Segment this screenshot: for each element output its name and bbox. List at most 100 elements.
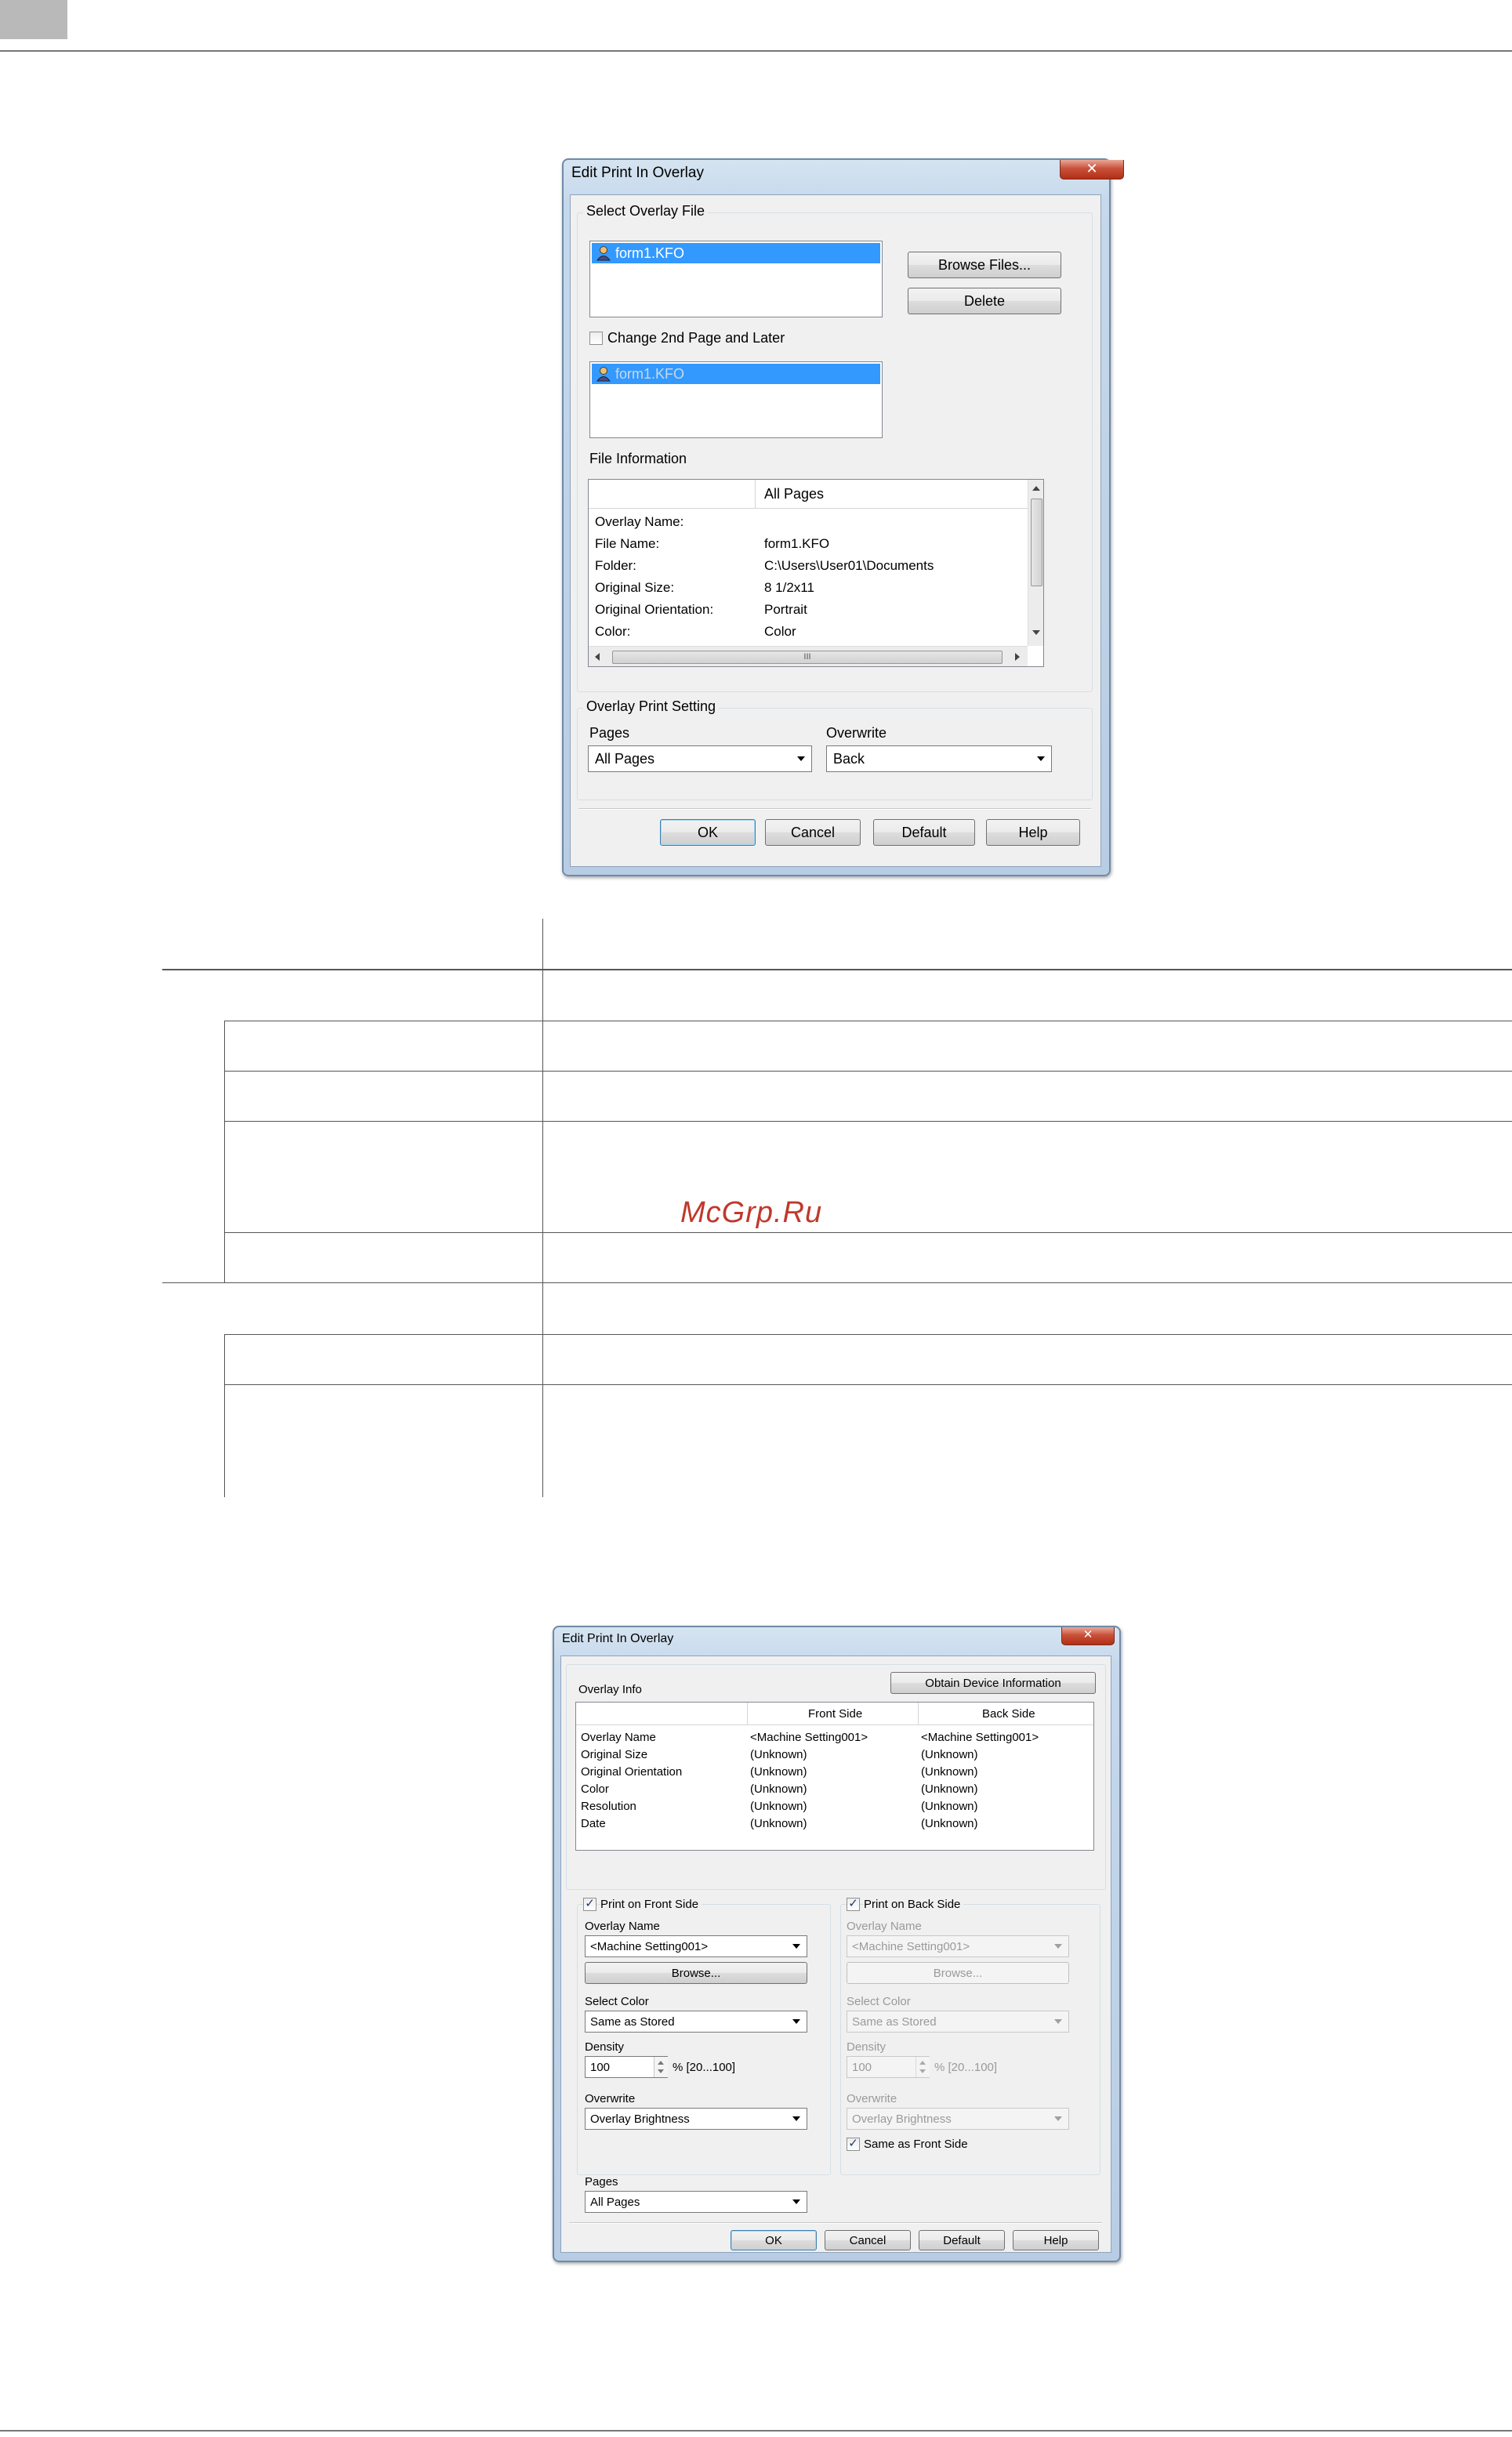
header-rule <box>0 50 1512 52</box>
column-header-back-side: Back Side <box>982 1707 1035 1721</box>
back-overwrite-select[interactable]: Overlay Brightness <box>847 2108 1069 2130</box>
pages-select-value: All Pages <box>590 2195 640 2209</box>
scroll-right-arrow-icon[interactable] <box>1015 653 1020 661</box>
delete-button[interactable]: Delete <box>908 288 1061 314</box>
row-key-1: Original Size <box>581 1748 648 1761</box>
row-back-1: (Unknown) <box>921 1748 978 1761</box>
column-header-all-pages: All Pages <box>764 486 825 502</box>
horizontal-scrollbar[interactable]: III <box>589 646 1028 666</box>
back-select-color-select[interactable]: Same as Stored <box>847 2011 1069 2033</box>
ok-button[interactable]: OK <box>660 819 756 846</box>
spin-down-icon[interactable] <box>919 2069 926 2073</box>
chevron-down-icon <box>1054 2116 1062 2121</box>
row-val-3: 8 1/2x11 <box>764 580 814 595</box>
back-select-color-label: Select Color <box>847 1995 911 2008</box>
row-key-3: Original Size: <box>595 580 675 595</box>
change-2nd-page-checkbox[interactable] <box>589 332 603 345</box>
default-button[interactable]: Default <box>919 2230 1005 2250</box>
list-item[interactable]: form1.KFO <box>592 364 880 384</box>
scroll-down-arrow-icon[interactable] <box>1032 630 1040 635</box>
front-overlay-name-select[interactable]: <Machine Setting001> <box>585 1935 807 1957</box>
print-on-back-side-label: Print on Back Side <box>864 1898 964 1911</box>
edit-print-in-overlay-dialog-2: Edit Print In Overlay ✕ Overlay Info Obt… <box>553 1626 1121 2262</box>
front-overwrite-label: Overwrite <box>585 2092 636 2105</box>
table-column-divider <box>542 919 543 1497</box>
cancel-button[interactable]: Cancel <box>825 2230 911 2250</box>
cancel-button[interactable]: Cancel <box>765 819 861 846</box>
row-val-4: Portrait <box>764 602 807 617</box>
back-density-spinner[interactable] <box>916 2057 930 2077</box>
front-density-spinner[interactable] <box>654 2057 668 2077</box>
button-divider <box>569 2222 1102 2224</box>
print-on-back-side-checkbox[interactable]: ✓ <box>847 1898 860 1911</box>
pages-select[interactable]: All Pages <box>588 745 812 772</box>
page-corner-tab <box>0 0 67 39</box>
close-button[interactable]: ✕ <box>1060 160 1124 180</box>
help-button[interactable]: Help <box>1013 2230 1099 2250</box>
column-divider <box>918 1703 919 1724</box>
row-val-2: C:\Users\User01\Documents <box>764 558 934 573</box>
overwrite-label: Overwrite <box>826 725 887 741</box>
ok-button[interactable]: OK <box>731 2230 817 2250</box>
dialog-client-area: Select Overlay File form1.KFO Browse Fil… <box>570 194 1101 867</box>
overlay-info-table: Front Side Back Side Overlay Name <Machi… <box>575 1702 1094 1851</box>
pages-select-value: All Pages <box>595 750 655 767</box>
row-key-0: Overlay Name <box>581 1731 656 1744</box>
row-back-5: (Unknown) <box>921 1817 978 1830</box>
column-divider <box>747 1703 748 1724</box>
front-overwrite-select[interactable]: Overlay Brightness <box>585 2108 807 2130</box>
front-select-color-select[interactable]: Same as Stored <box>585 2011 807 2033</box>
header-divider <box>589 508 1028 509</box>
default-button[interactable]: Default <box>873 819 975 846</box>
chevron-down-icon <box>1037 756 1045 761</box>
second-page-file-list[interactable]: form1.KFO <box>589 361 883 438</box>
spin-up-icon[interactable] <box>919 2061 926 2065</box>
overlay-info-label: Overlay Info <box>578 1683 642 1696</box>
button-divider <box>578 808 1091 810</box>
help-button[interactable]: Help <box>986 819 1080 846</box>
back-overlay-name-value: <Machine Setting001> <box>852 1939 970 1953</box>
front-select-color-label: Select Color <box>585 1995 649 2008</box>
front-select-color-value: Same as Stored <box>590 2015 675 2029</box>
front-overwrite-value: Overlay Brightness <box>590 2112 690 2126</box>
spin-down-icon[interactable] <box>658 2069 664 2073</box>
scroll-up-arrow-icon[interactable] <box>1032 486 1040 491</box>
row-key-2: Original Orientation <box>581 1765 683 1779</box>
front-overlay-name-value: <Machine Setting001> <box>590 1939 709 1953</box>
back-overlay-name-select[interactable]: <Machine Setting001> <box>847 1935 1069 1957</box>
same-as-front-side-checkbox[interactable]: ✓ <box>847 2138 860 2151</box>
row-key-4: Original Orientation: <box>595 602 714 617</box>
chevron-down-icon <box>797 756 805 761</box>
back-density-value: 100 <box>852 2060 872 2074</box>
chevron-down-icon <box>792 2019 800 2024</box>
select-overlay-file-label: Select Overlay File <box>583 203 709 219</box>
vertical-scrollbar[interactable] <box>1028 480 1043 646</box>
spin-up-icon[interactable] <box>658 2061 664 2065</box>
pages-label: Pages <box>589 725 630 741</box>
front-browse-button[interactable]: Browse... <box>585 1962 807 1984</box>
overwrite-select[interactable]: Back <box>826 745 1052 772</box>
row-key-3: Color <box>581 1782 609 1796</box>
scroll-left-arrow-icon[interactable] <box>595 653 600 661</box>
table-row-rule <box>224 1384 1512 1385</box>
close-button[interactable]: ✕ <box>1061 1627 1115 1645</box>
back-select-color-value: Same as Stored <box>852 2015 937 2029</box>
table-header-rule <box>162 969 1512 970</box>
hscroll-thumb[interactable]: III <box>612 651 1003 664</box>
chevron-down-icon <box>1054 1944 1062 1949</box>
overlay-file-name: form1.KFO <box>615 245 685 261</box>
overlay-file-list[interactable]: form1.KFO <box>589 241 883 317</box>
table-row-rule <box>162 1282 1512 1283</box>
pages-select[interactable]: All Pages <box>585 2191 807 2213</box>
scroll-thumb[interactable] <box>1031 499 1042 586</box>
print-on-front-side-label: Print on Front Side <box>600 1898 702 1911</box>
back-browse-button[interactable]: Browse... <box>847 1962 1069 1984</box>
file-information-label: File Information <box>589 451 687 466</box>
print-on-front-side-checkbox[interactable]: ✓ <box>583 1898 596 1911</box>
chevron-down-icon <box>792 2199 800 2204</box>
back-density-label: Density <box>847 2040 887 2054</box>
browse-files-button[interactable]: Browse Files... <box>908 252 1061 278</box>
list-item[interactable]: form1.KFO <box>592 243 880 263</box>
obtain-device-information-button[interactable]: Obtain Device Information <box>890 1672 1096 1694</box>
table-row-rule <box>224 1232 1512 1233</box>
